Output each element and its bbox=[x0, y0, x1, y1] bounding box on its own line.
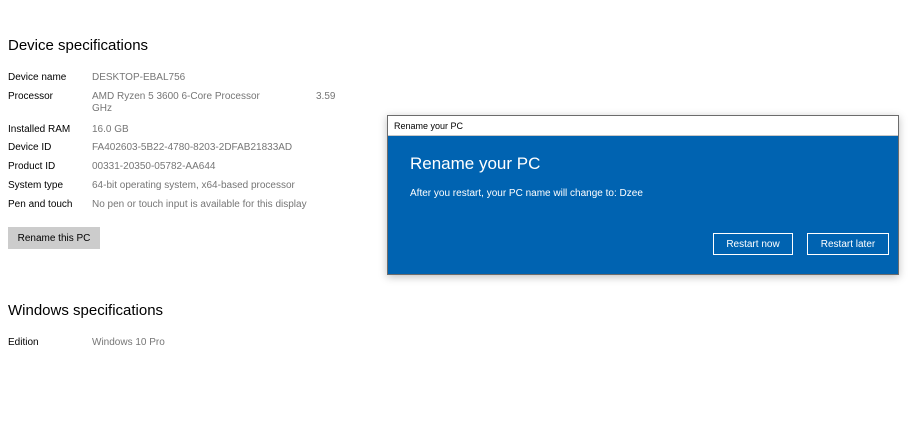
spec-label: Device name bbox=[8, 72, 67, 83]
processor-name-wrap: AMD Ryzen 5 3600 6-Core Processor GHz bbox=[92, 91, 316, 115]
spec-value: 00331-20350-05782-AA644 bbox=[92, 161, 216, 172]
rename-this-pc-button[interactable]: Rename this PC bbox=[8, 227, 100, 249]
spec-label: Processor bbox=[8, 91, 54, 102]
restart-later-button[interactable]: Restart later bbox=[807, 233, 889, 255]
processor-unit: GHz bbox=[92, 103, 112, 114]
dialog-heading: Rename your PC bbox=[410, 154, 541, 173]
spec-label: System type bbox=[8, 180, 64, 191]
dialog-body: Rename your PC After you restart, your P… bbox=[388, 136, 898, 275]
restart-now-button[interactable]: Restart now bbox=[713, 233, 793, 255]
spec-row-device-name: Device name DESKTOP-EBAL756 bbox=[8, 72, 185, 84]
spec-row-system-type: System type 64-bit operating system, x64… bbox=[8, 180, 295, 192]
processor-frequency: 3.59 bbox=[316, 91, 336, 102]
spec-row-product-id: Product ID 00331-20350-05782-AA644 bbox=[8, 161, 215, 173]
rename-pc-dialog: Rename your PC Rename your PC After you … bbox=[387, 115, 899, 275]
spec-value: 64-bit operating system, x64-based proce… bbox=[92, 180, 295, 191]
dialog-titlebar[interactable]: Rename your PC bbox=[388, 116, 898, 136]
processor-name: AMD Ryzen 5 3600 6-Core Processor bbox=[92, 91, 260, 102]
spec-value: Windows 10 Pro bbox=[92, 337, 165, 348]
device-specifications-title: Device specifications bbox=[8, 37, 149, 54]
spec-value: DESKTOP-EBAL756 bbox=[92, 72, 186, 83]
spec-label: Installed RAM bbox=[8, 124, 71, 135]
spec-value: FA402603-5B22-4780-8203-2DFAB21833AD bbox=[92, 142, 293, 153]
dialog-message: After you restart, your PC name will cha… bbox=[410, 188, 643, 199]
spec-value-processor: AMD Ryzen 5 3600 6-Core Processor GHz 3.… bbox=[92, 91, 352, 115]
spec-label: Pen and touch bbox=[8, 199, 73, 210]
spec-label: Device ID bbox=[8, 142, 52, 153]
spec-row-processor: Processor AMD Ryzen 5 3600 6-Core Proces… bbox=[8, 91, 352, 115]
spec-value: 16.0 GB bbox=[92, 124, 129, 135]
windows-specifications-title: Windows specifications bbox=[8, 302, 164, 319]
spec-row-installed-ram: Installed RAM 16.0 GB bbox=[8, 124, 129, 136]
spec-label: Product ID bbox=[8, 161, 56, 172]
spec-label: Edition bbox=[8, 337, 39, 348]
spec-row-edition: Edition Windows 10 Pro bbox=[8, 337, 165, 349]
spec-row-pen-and-touch: Pen and touch No pen or touch input is a… bbox=[8, 199, 307, 211]
spec-row-device-id: Device ID FA402603-5B22-4780-8203-2DFAB2… bbox=[8, 142, 292, 154]
spec-value: No pen or touch input is available for t… bbox=[92, 199, 307, 210]
